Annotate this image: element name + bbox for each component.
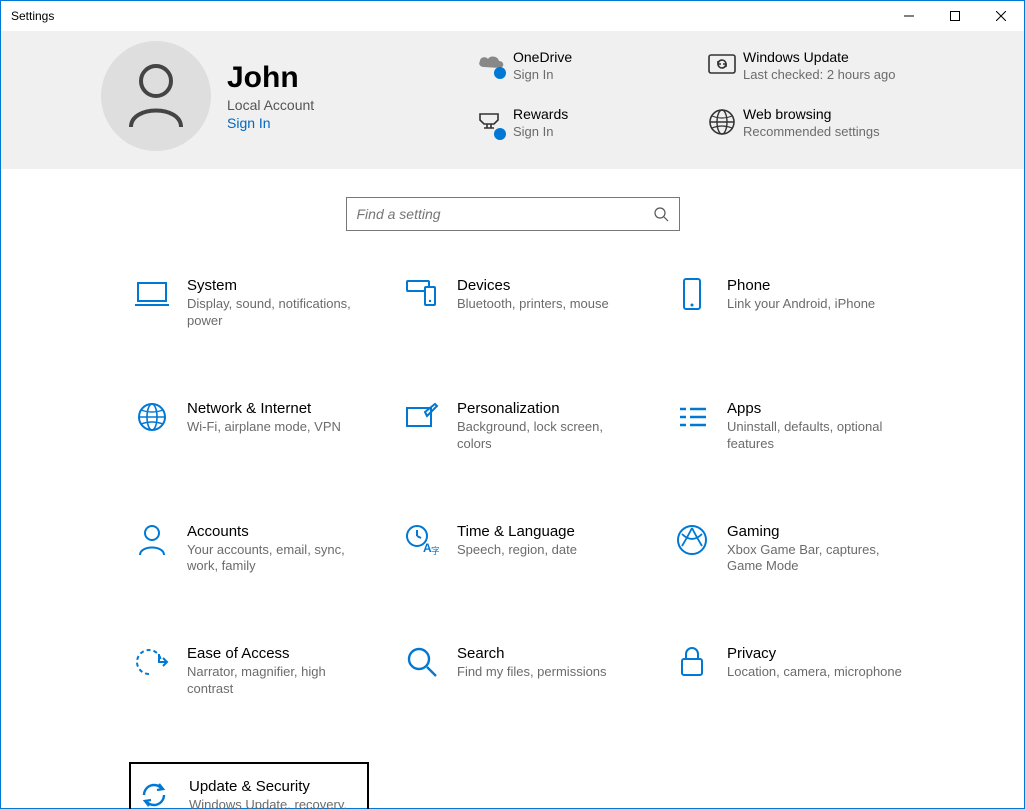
svg-text:字: 字 [431, 545, 439, 556]
category-network[interactable]: Network & Internet Wi-Fi, airplane mode,… [129, 394, 369, 459]
maximize-button[interactable] [932, 1, 978, 31]
search-wrap [1, 169, 1024, 271]
tile-title: Web browsing [743, 106, 880, 122]
apps-icon [675, 400, 709, 434]
category-search[interactable]: Search Find my files, permissions [399, 639, 639, 704]
search-category-icon [405, 645, 439, 679]
tile-web-browsing[interactable]: Web browsing Recommended settings [701, 106, 921, 142]
category-phone[interactable]: Phone Link your Android, iPhone [669, 271, 909, 336]
close-icon [996, 11, 1006, 21]
category-time-language[interactable]: A字 Time & Language Speech, region, date [399, 517, 639, 582]
category-sub: Display, sound, notifications, power [187, 296, 363, 330]
tile-title: OneDrive [513, 49, 572, 65]
category-title: Ease of Access [187, 645, 363, 662]
category-title: Network & Internet [187, 400, 341, 417]
category-sub: Speech, region, date [457, 542, 577, 559]
category-title: Devices [457, 277, 609, 294]
category-system[interactable]: System Display, sound, notifications, po… [129, 271, 369, 336]
category-title: Time & Language [457, 523, 577, 540]
category-gaming[interactable]: Gaming Xbox Game Bar, captures, Game Mod… [669, 517, 909, 582]
category-sub: Background, lock screen, colors [457, 419, 633, 453]
privacy-icon [675, 645, 709, 679]
tile-sub: Recommended settings [743, 124, 880, 139]
category-sub: Narrator, magnifier, high contrast [187, 664, 363, 698]
category-title: Search [457, 645, 607, 662]
tile-rewards[interactable]: Rewards Sign In [471, 106, 691, 142]
tile-sub: Last checked: 2 hours ago [743, 67, 896, 82]
category-update-security[interactable]: Update & Security Windows Update, recove… [129, 762, 369, 809]
minimize-button[interactable] [886, 1, 932, 31]
tile-windows-update[interactable]: Windows Update Last checked: 2 hours ago [701, 49, 921, 82]
titlebar: Settings [1, 1, 1024, 31]
network-icon [135, 400, 169, 434]
category-title: Gaming [727, 523, 903, 540]
devices-icon [405, 277, 439, 311]
user-name: John [227, 61, 314, 95]
user-block[interactable]: John Local Account Sign In [101, 41, 471, 151]
category-title: System [187, 277, 363, 294]
close-button[interactable] [978, 1, 1024, 31]
tile-title: Rewards [513, 106, 568, 122]
time-language-icon: A字 [405, 523, 439, 557]
category-ease-of-access[interactable]: Ease of Access Narrator, magnifier, high… [129, 639, 369, 704]
tile-sub: Sign In [513, 124, 568, 139]
phone-icon [675, 277, 709, 311]
rewards-icon [471, 106, 513, 142]
user-signin-link[interactable]: Sign In [227, 115, 314, 131]
tile-onedrive[interactable]: OneDrive Sign In [471, 49, 691, 82]
category-devices[interactable]: Devices Bluetooth, printers, mouse [399, 271, 639, 336]
avatar [101, 41, 211, 151]
search-box[interactable] [346, 197, 680, 231]
category-sub: Location, camera, microphone [727, 664, 902, 681]
category-accounts[interactable]: Accounts Your accounts, email, sync, wor… [129, 517, 369, 582]
gaming-icon [675, 523, 709, 557]
category-sub: Bluetooth, printers, mouse [457, 296, 609, 313]
header: John Local Account Sign In OneDrive Sign… [1, 31, 1024, 169]
category-title: Personalization [457, 400, 633, 417]
maximize-icon [950, 11, 960, 21]
categories-grid: System Display, sound, notifications, po… [1, 271, 1024, 809]
category-sub: Find my files, permissions [457, 664, 607, 681]
category-sub: Windows Update, recovery, backup [189, 797, 361, 809]
search-input[interactable] [357, 206, 653, 222]
category-sub: Wi-Fi, airplane mode, VPN [187, 419, 341, 436]
user-text: John Local Account Sign In [227, 61, 314, 131]
category-sub: Xbox Game Bar, captures, Game Mode [727, 542, 903, 576]
globe-icon [701, 106, 743, 136]
category-sub: Uninstall, defaults, optional features [727, 419, 903, 453]
user-account-type: Local Account [227, 97, 314, 113]
system-icon [135, 277, 169, 311]
search-icon [653, 206, 669, 222]
tile-sub: Sign In [513, 67, 572, 82]
category-title: Privacy [727, 645, 902, 662]
category-title: Phone [727, 277, 875, 294]
category-sub: Link your Android, iPhone [727, 296, 875, 313]
category-title: Accounts [187, 523, 363, 540]
category-title: Apps [727, 400, 903, 417]
category-personalization[interactable]: Personalization Background, lock screen,… [399, 394, 639, 459]
category-apps[interactable]: Apps Uninstall, defaults, optional featu… [669, 394, 909, 459]
update-security-icon [137, 778, 171, 809]
user-icon [125, 61, 187, 131]
window-title: Settings [11, 9, 886, 23]
category-title: Update & Security [189, 778, 361, 795]
category-sub: Your accounts, email, sync, work, family [187, 542, 363, 576]
accounts-icon [135, 523, 169, 557]
minimize-icon [904, 11, 914, 21]
header-tiles: OneDrive Sign In Windows Update [471, 41, 1024, 142]
tile-title: Windows Update [743, 49, 896, 65]
ease-of-access-icon [135, 645, 169, 679]
settings-window: Settings John Local Account [0, 0, 1025, 809]
windows-update-icon [701, 49, 743, 77]
window-controls [886, 1, 1024, 31]
category-privacy[interactable]: Privacy Location, camera, microphone [669, 639, 909, 704]
personalization-icon [405, 400, 439, 434]
onedrive-icon [471, 49, 513, 81]
